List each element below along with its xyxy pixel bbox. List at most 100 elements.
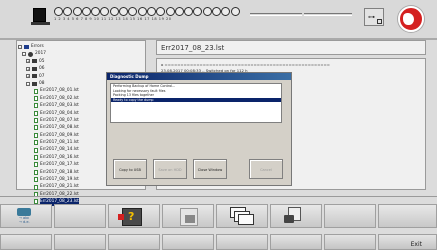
language-button[interactable]: → abc → d.e.: [0, 204, 52, 228]
tree-file-label: Err2017_08_01.lst: [40, 88, 79, 94]
tree-file-item[interactable]: Err2017_08_14.lst: [18, 146, 79, 153]
tree-file-label: Err2017_08_21.lst: [40, 184, 79, 190]
tree-file-label: Err2017_08_19.lst: [40, 177, 79, 183]
station-led: [72, 7, 82, 16]
empty-nav-button[interactable]: [216, 234, 268, 250]
tree-month[interactable]: +07: [18, 73, 79, 80]
file-icon: [34, 147, 38, 153]
tree-file-label: Err2017_08_22.lst: [40, 191, 79, 197]
station-led: [109, 7, 119, 16]
empty-nav-button[interactable]: [270, 234, 322, 250]
key-icon: ⊶: [368, 13, 375, 21]
status-bar-segment: [304, 13, 352, 16]
tree-month[interactable]: +05: [18, 58, 79, 65]
expand-icon[interactable]: +: [26, 66, 30, 71]
cancel-button[interactable]: Cancel: [249, 159, 283, 179]
station-led: [119, 7, 129, 16]
tree-file-item[interactable]: Err2017_08_09.lst: [18, 132, 79, 139]
language-icon-text: → d.e.: [19, 219, 30, 224]
tree-month[interactable]: - 08: [18, 80, 79, 87]
documents-icon: [230, 207, 254, 225]
tree-file-item[interactable]: Err2017_08_22.lst: [18, 191, 79, 198]
station-led: [174, 7, 184, 16]
tree-file-item[interactable]: Err2017_08_04.lst: [18, 110, 79, 117]
tree-month[interactable]: +06: [18, 65, 79, 72]
brand-logo: [398, 6, 424, 32]
access-key-button[interactable]: ⊶: [364, 8, 384, 26]
tree-file-item[interactable]: Err2017_08_11.lst: [18, 139, 79, 146]
help-icon: [118, 208, 142, 226]
help-button[interactable]: [108, 204, 160, 228]
folder-icon: [32, 66, 37, 71]
file-icon: [34, 88, 38, 94]
tree-year-label: 2017: [35, 51, 46, 57]
station-led: [156, 7, 166, 16]
tree-file-item[interactable]: Err2017_08_18.lst: [18, 169, 79, 176]
collapse-icon[interactable]: -: [18, 44, 22, 49]
tree-file-label: Err2017_08_04.lst: [40, 110, 79, 116]
empty-function-button[interactable]: [324, 204, 376, 228]
station-led: [63, 7, 73, 16]
file-icon: [34, 155, 38, 161]
empty-nav-button[interactable]: [108, 234, 160, 250]
collapse-icon[interactable]: -: [22, 52, 26, 57]
expand-icon[interactable]: +: [26, 74, 30, 79]
station-led: [221, 7, 231, 16]
station-led: [184, 7, 194, 16]
file-icon: [34, 140, 38, 146]
empty-nav-button[interactable]: [162, 234, 214, 250]
documents-button[interactable]: [216, 204, 268, 228]
function-toolbar: → abc → d.e.: [0, 204, 437, 234]
tree-file-item[interactable]: Err2017_08_19.lst: [18, 176, 79, 183]
tree-file-label: Err2017_08_14.lst: [40, 147, 79, 153]
close-window-button[interactable]: Close Window: [193, 159, 227, 179]
exit-button[interactable]: Exit: [378, 234, 437, 250]
language-icon: → abc → d.e.: [17, 208, 39, 226]
tree-file-item[interactable]: Err2017_08_08.lst: [18, 124, 79, 131]
expand-icon[interactable]: +: [26, 59, 30, 64]
tree-file-item[interactable]: Err2017_08_16.lst: [18, 154, 79, 161]
tree-file-label: Err2017_08_08.lst: [40, 125, 79, 131]
empty-nav-button[interactable]: [54, 234, 106, 250]
level-icon: [377, 19, 382, 24]
dialog-progress-line: Ready to copy the dump: [111, 97, 281, 102]
tree-root[interactable]: - Errors: [18, 43, 79, 50]
file-icon: [34, 162, 38, 168]
empty-function-button[interactable]: [54, 204, 106, 228]
tree-year[interactable]: - 2017: [18, 50, 79, 57]
tree-file-item[interactable]: Err2017_08_01.lst: [18, 87, 79, 94]
exit-label: Exit: [410, 241, 422, 248]
empty-nav-button[interactable]: [324, 234, 376, 250]
tree-file-item[interactable]: Err2017_08_07.lst: [18, 117, 79, 124]
delete-button[interactable]: [162, 204, 214, 228]
file-title-field: Err2017_08_23.lst: [156, 40, 426, 55]
copy-to-usb-button[interactable]: Copy to USB: [113, 159, 147, 179]
tree-month-label: 05: [39, 58, 45, 64]
file-icon: [34, 95, 38, 101]
station-led: [212, 7, 222, 16]
tree-file-label: Err2017_08_17.lst: [40, 162, 79, 168]
tree-file-label: Err2017_08_03.lst: [40, 103, 79, 109]
export-button[interactable]: [270, 204, 322, 228]
tree-file-item[interactable]: Err2017_08_17.lst: [18, 161, 79, 168]
log-line: o ======================================…: [161, 62, 330, 67]
station-led-numbers: 1 2 3 4 5 6 7 8 9 10 11 12 13 14 15 16 1…: [54, 17, 172, 21]
tree-file-label: Err2017_08_16.lst: [40, 154, 79, 160]
empty-nav-button[interactable]: [0, 234, 52, 250]
diagnostic-dump-dialog: Diagnostic Dump Performing Backup of Hom…: [106, 72, 292, 186]
dialog-title: Diagnostic Dump: [107, 73, 291, 80]
tree-file-item[interactable]: Err2017_08_03.lst: [18, 102, 79, 109]
file-icon: [34, 103, 38, 109]
file-icon: [34, 110, 38, 116]
export-icon: [284, 207, 308, 225]
save-on-hdd-button[interactable]: Save on HDD: [153, 159, 187, 179]
tree-month-label: 08: [39, 80, 45, 86]
folder-icon: [32, 81, 37, 86]
tree-month-label: 06: [39, 66, 45, 72]
tree-file-item[interactable]: Err2017_08_21.lst: [18, 183, 79, 190]
collapse-icon[interactable]: -: [26, 81, 30, 86]
tree-file-item[interactable]: Err2017_08_02.lst: [18, 95, 79, 102]
station-led: [81, 7, 91, 16]
empty-function-button[interactable]: [378, 204, 437, 228]
tree-file-label: Err2017_08_09.lst: [40, 132, 79, 138]
